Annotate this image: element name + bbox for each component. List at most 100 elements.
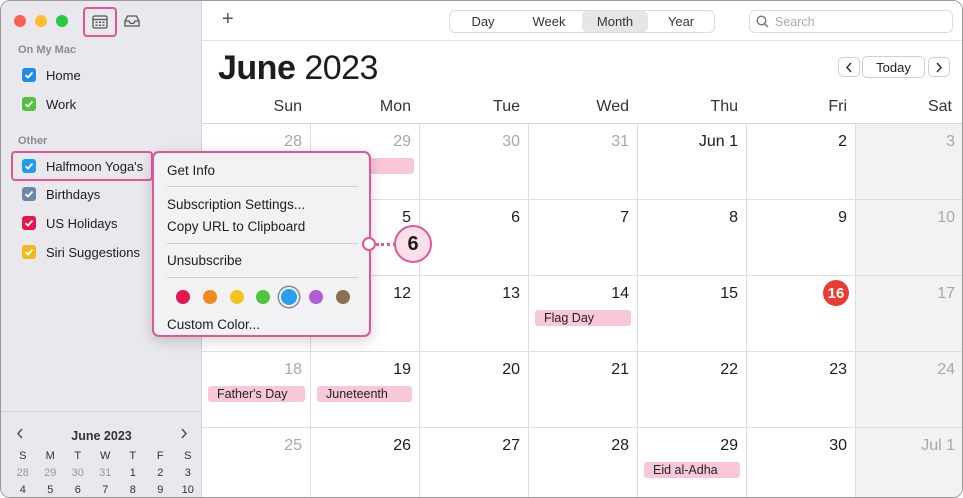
view-week-button[interactable]: Week xyxy=(516,11,582,32)
day-cell[interactable]: 13 xyxy=(420,276,529,352)
color-swatch[interactable] xyxy=(256,290,270,304)
day-cell[interactable]: 16 xyxy=(747,276,856,352)
day-cell[interactable]: 8 xyxy=(638,200,747,276)
view-year-button[interactable]: Year xyxy=(648,11,714,32)
day-cell[interactable]: 30 xyxy=(747,428,856,497)
mini-day[interactable]: 9 xyxy=(147,484,175,496)
calendar-checkbox[interactable] xyxy=(22,68,36,82)
color-swatch[interactable] xyxy=(309,290,323,304)
calendar-checkbox[interactable] xyxy=(22,97,36,111)
day-cell[interactable]: 23 xyxy=(747,352,856,428)
mini-day[interactable]: 5 xyxy=(37,484,65,496)
mini-day[interactable]: 1 xyxy=(119,467,147,479)
mini-day[interactable]: 2 xyxy=(147,467,175,479)
day-cell[interactable]: 22 xyxy=(638,352,747,428)
mini-day[interactable]: 7 xyxy=(92,484,120,496)
day-cell[interactable]: 10 xyxy=(856,200,962,276)
menu-separator xyxy=(167,186,358,187)
color-swatch[interactable] xyxy=(230,290,244,304)
event-chip[interactable]: Eid al-Adha xyxy=(644,462,740,478)
calendar-checkbox[interactable] xyxy=(22,159,36,173)
calendar-item-work[interactable]: Work xyxy=(12,91,198,117)
day-cell[interactable]: 6 xyxy=(420,200,529,276)
add-event-button[interactable]: + xyxy=(222,8,234,31)
day-cell[interactable]: 28 xyxy=(529,428,638,497)
menu-get-info[interactable]: Get Info xyxy=(167,163,215,178)
event-chip[interactable]: Father's Day xyxy=(208,386,305,402)
day-cell[interactable]: 3 xyxy=(856,124,962,200)
month-title: June 2023 xyxy=(218,49,378,88)
menu-copy-url[interactable]: Copy URL to Clipboard xyxy=(167,219,305,234)
zoom-window-button[interactable] xyxy=(56,15,68,27)
mini-day[interactable]: 29 xyxy=(37,467,65,479)
menu-unsubscribe[interactable]: Unsubscribe xyxy=(167,253,242,268)
mini-day[interactable]: 10 xyxy=(174,484,202,496)
view-day-button[interactable]: Day xyxy=(450,11,516,32)
day-cell[interactable]: 25 xyxy=(202,428,311,497)
minimize-window-button[interactable] xyxy=(35,15,47,27)
day-cell[interactable]: 26 xyxy=(311,428,420,497)
checkmark-icon xyxy=(24,248,34,256)
mini-week-row: 4 5 6 7 8 9 10 xyxy=(9,484,202,496)
day-cell[interactable]: 30 xyxy=(420,124,529,200)
search-field[interactable]: Search xyxy=(749,10,953,33)
mini-day[interactable]: 31 xyxy=(92,467,120,479)
day-number: 28 xyxy=(284,133,302,150)
mini-day[interactable]: 28 xyxy=(9,467,37,479)
calendar-checkbox[interactable] xyxy=(22,216,36,230)
calendar-item-halfmoon-yoga[interactable]: Halfmoon Yoga's xyxy=(11,151,153,181)
weekday-header: Sun xyxy=(273,98,302,115)
mini-day[interactable]: 4 xyxy=(9,484,37,496)
day-cell[interactable]: Jul 1 xyxy=(856,428,962,497)
day-cell[interactable]: 21 xyxy=(529,352,638,428)
color-swatch[interactable] xyxy=(203,290,217,304)
menu-subscription-settings[interactable]: Subscription Settings... xyxy=(167,197,305,212)
color-swatch[interactable] xyxy=(281,289,297,305)
day-number: 21 xyxy=(611,361,629,378)
day-number: 17 xyxy=(937,285,955,302)
day-number: 27 xyxy=(502,437,520,454)
day-cell[interactable]: 17 xyxy=(856,276,962,352)
mini-weekday-row: S M T W T F S xyxy=(9,450,202,462)
calendar-checkbox[interactable] xyxy=(22,245,36,259)
inbox-button[interactable] xyxy=(119,8,145,34)
day-cell[interactable]: 7 xyxy=(529,200,638,276)
checkmark-icon xyxy=(24,190,34,198)
day-cell[interactable]: 9 xyxy=(747,200,856,276)
view-month-button[interactable]: Month xyxy=(582,11,648,32)
today-button[interactable]: Today xyxy=(862,56,925,78)
day-cell[interactable]: 31 xyxy=(529,124,638,200)
day-number: Jul 1 xyxy=(921,437,955,454)
menu-custom-color[interactable]: Custom Color... xyxy=(167,317,260,332)
day-cell[interactable]: 24 xyxy=(856,352,962,428)
day-number: 18 xyxy=(284,361,302,378)
next-month-button[interactable] xyxy=(928,57,950,77)
calendar-list-toggle-button[interactable] xyxy=(83,7,117,37)
day-number: 9 xyxy=(838,209,847,226)
day-cell[interactable]: Jun 1 xyxy=(638,124,747,200)
chevron-right-icon xyxy=(181,428,188,439)
weekday-header: Tue xyxy=(493,98,520,115)
day-cell[interactable]: 20 xyxy=(420,352,529,428)
mini-day[interactable]: 3 xyxy=(174,467,202,479)
mini-day[interactable]: 30 xyxy=(64,467,92,479)
calendar-item-home[interactable]: Home xyxy=(12,62,198,88)
event-chip[interactable]: Juneteenth xyxy=(317,386,412,402)
mini-day[interactable]: 8 xyxy=(119,484,147,496)
day-cell[interactable]: 2 xyxy=(747,124,856,200)
day-cell[interactable]: 15 xyxy=(638,276,747,352)
chevron-left-icon xyxy=(845,62,852,72)
view-switcher: Day Week Month Year xyxy=(449,10,715,33)
search-icon xyxy=(756,15,769,28)
color-swatch[interactable] xyxy=(176,290,190,304)
calendar-checkbox[interactable] xyxy=(22,187,36,201)
day-cell[interactable]: 27 xyxy=(420,428,529,497)
close-window-button[interactable] xyxy=(14,15,26,27)
day-number: 28 xyxy=(611,437,629,454)
color-swatch[interactable] xyxy=(336,290,350,304)
mini-next-month-button[interactable] xyxy=(180,427,188,442)
event-chip[interactable]: Flag Day xyxy=(535,310,631,326)
mini-day[interactable]: 6 xyxy=(64,484,92,496)
prev-month-button[interactable] xyxy=(838,57,860,77)
menu-separator xyxy=(167,277,358,278)
